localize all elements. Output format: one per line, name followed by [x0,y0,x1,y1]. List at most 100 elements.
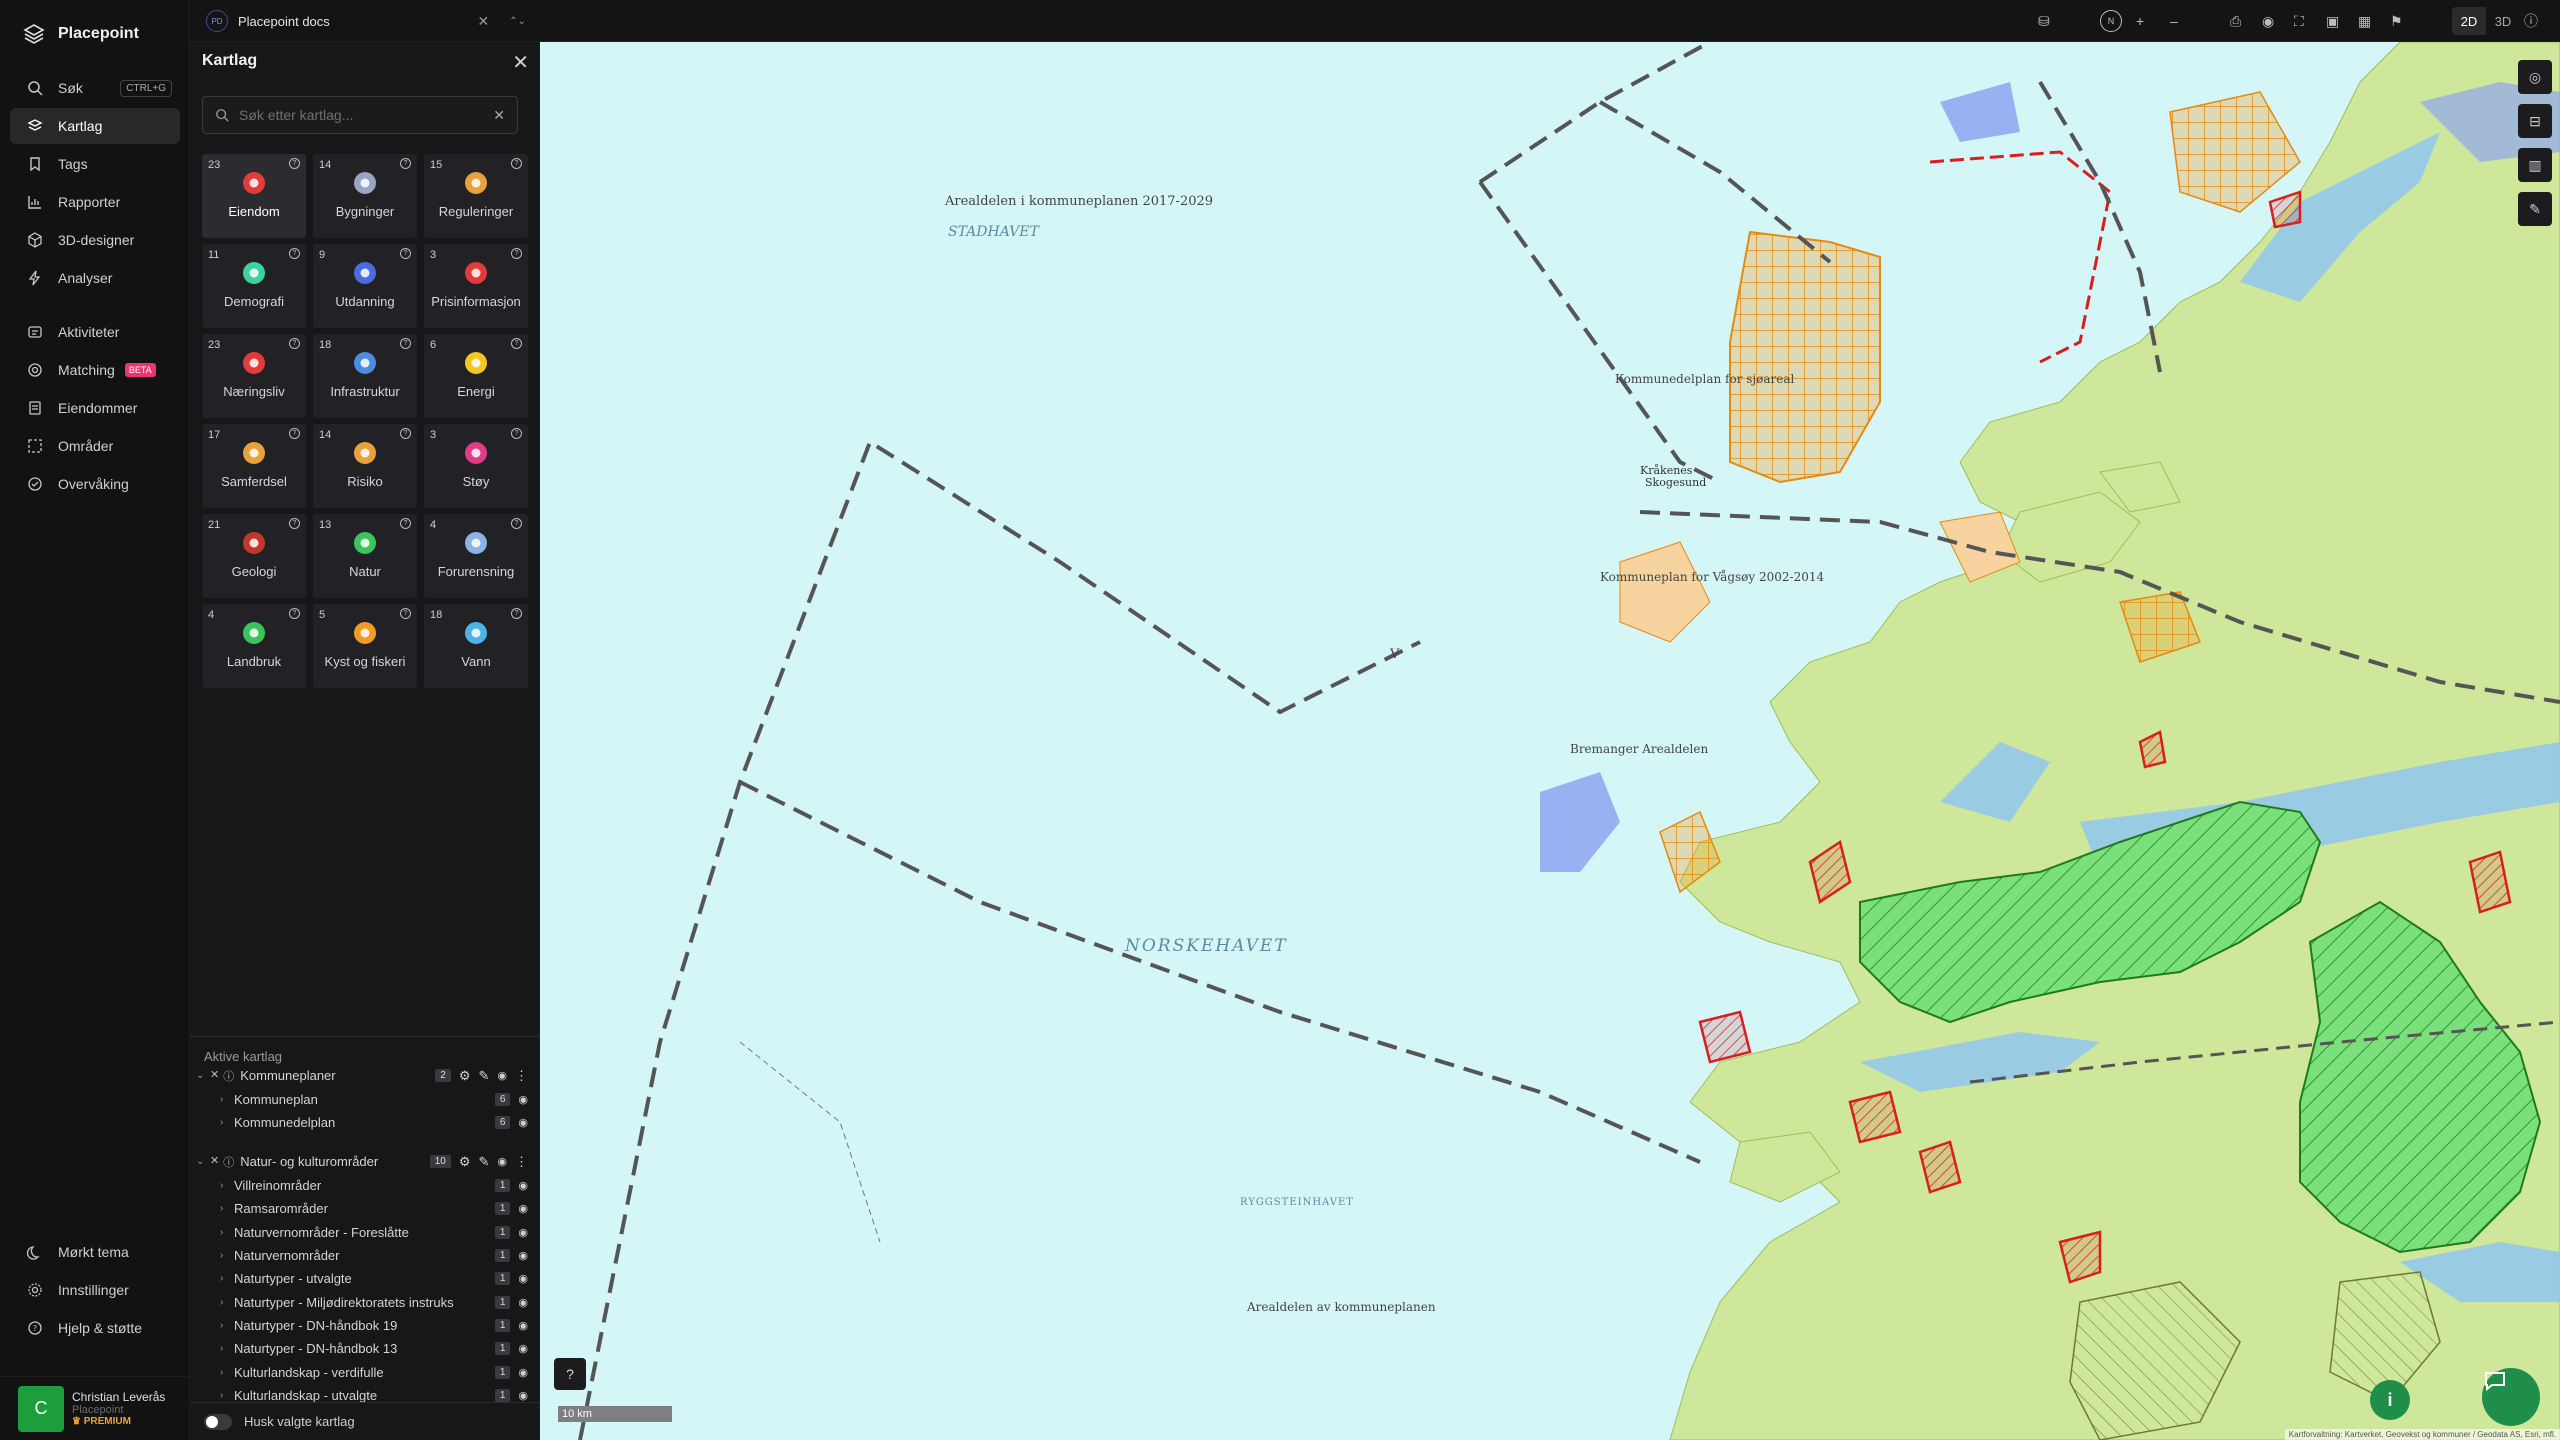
info-icon[interactable]: ? [400,158,411,169]
category-tile[interactable]: 15? Reguleringer [424,154,528,238]
layer-item[interactable]: › Naturtyper - DN-håndbok 19 1 ◉ [190,1314,540,1337]
chevron-right-icon[interactable]: › [220,1227,234,1238]
map-help-button[interactable]: ? [554,1358,586,1390]
category-tile[interactable]: 14? Bygninger [313,154,417,238]
layers-toggle-icon[interactable]: ⛁ [2038,8,2050,34]
nav-item-rapporter[interactable]: Rapporter [10,184,180,220]
info-icon[interactable]: ? [511,158,522,169]
layer-item[interactable]: › Villreinområder 1 ◉ [190,1174,540,1197]
eye-icon[interactable]: ◉ [518,1093,528,1106]
layers-tool-icon[interactable]: ◎ [2518,60,2552,94]
eye-icon[interactable]: ◉ [2262,8,2274,34]
info-icon[interactable]: ⓘ [223,1068,234,1084]
chevron-right-icon[interactable]: › [220,1343,234,1354]
info-button[interactable]: i [2370,1380,2410,1420]
category-tile[interactable]: 9? Utdanning [313,244,417,328]
layer-item[interactable]: › Ramsarområder 1 ◉ [190,1197,540,1220]
info-icon[interactable]: ? [400,518,411,529]
category-tile[interactable]: 23? Næringsliv [202,334,306,418]
info-icon[interactable]: ? [400,608,411,619]
more-icon[interactable]: ⋮ [515,1068,528,1084]
layer-item[interactable]: › Kulturlandskap - verdifulle 1 ◉ [190,1361,540,1384]
category-tile[interactable]: 21? Geologi [202,514,306,598]
info-icon[interactable]: ? [511,248,522,259]
edit-icon[interactable]: ✎ [478,1068,489,1084]
document-selector[interactable]: PD Placepoint docs ✕ ⌃⌄ [206,8,526,34]
remove-icon[interactable]: ✕ [210,1068,219,1084]
category-tile[interactable]: 18? Infrastruktur [313,334,417,418]
info-icon[interactable]: ? [289,428,300,439]
close-icon[interactable]: ✕ [478,13,490,30]
info-icon[interactable]: ? [511,518,522,529]
chevron-right-icon[interactable]: › [220,1250,234,1261]
layer-item[interactable]: › Naturtyper - utvalgte 1 ◉ [190,1267,540,1290]
filter-icon[interactable]: ⚙ [459,1154,471,1170]
category-tile[interactable]: 5? Kyst og fiskeri [313,604,417,688]
layer-item[interactable]: › Naturtyper - Miljødirektoratets instruk… [190,1291,540,1314]
nav-item-dark-theme[interactable]: Mørkt tema [10,1234,180,1270]
info-icon[interactable]: ? [511,338,522,349]
eye-icon[interactable]: ◉ [518,1272,528,1285]
info-icon[interactable]: ? [400,338,411,349]
chevron-right-icon[interactable]: › [220,1297,234,1308]
nav-item-search[interactable]: Søk CTRL+G [10,70,180,106]
nav-item-help[interactable]: ? Hjelp & støtte [10,1310,180,1346]
info-icon[interactable]: ? [400,248,411,259]
category-tile[interactable]: 3? Støy [424,424,528,508]
map-canvas[interactable]: STADHAVET NORSKEHAVET RYGGSTEINHAVET Are… [540,42,2560,1440]
category-tile[interactable]: 14? Risiko [313,424,417,508]
chart-tool-icon[interactable]: ▥ [2518,148,2552,182]
nav-item-eiendommer[interactable]: Eiendommer [10,390,180,426]
chevron-right-icon[interactable]: › [220,1180,234,1191]
measure-tool-icon[interactable]: ⊟ [2518,104,2552,138]
bookmark-icon[interactable]: ⚑ [2390,8,2403,34]
eye-icon[interactable]: ◉ [518,1249,528,1262]
clear-icon[interactable]: ✕ [493,107,505,124]
eye-icon[interactable]: ◉ [518,1342,528,1355]
edit-icon[interactable]: ✎ [478,1154,489,1170]
nav-item-settings[interactable]: Innstillinger [10,1272,180,1308]
nav-item-overvaking[interactable]: Overvåking [10,466,180,502]
chat-button[interactable] [2482,1368,2540,1426]
chevron-right-icon[interactable]: › [220,1367,234,1378]
info-icon[interactable]: ? [511,428,522,439]
layer-item[interactable]: › Naturvernområder 1 ◉ [190,1244,540,1267]
nav-item-3d-designer[interactable]: 3D-designer [10,222,180,258]
eye-icon[interactable]: ◉ [518,1116,528,1129]
category-tile[interactable]: 18? Vann [424,604,528,688]
info-icon[interactable]: ? [289,248,300,259]
remember-toggle[interactable] [204,1413,232,1430]
view-3d-button[interactable]: 3D [2486,7,2520,35]
nav-item-matching[interactable]: Matching BETA [10,352,180,388]
chevron-right-icon[interactable]: › [220,1203,234,1214]
fullscreen-icon[interactable]: ⛶ [2294,8,2304,34]
eye-icon[interactable]: ◉ [518,1296,528,1309]
view-2d-button[interactable]: 2D [2452,7,2486,35]
eye-icon[interactable]: ◉ [518,1319,528,1332]
compass-button[interactable]: N [2100,10,2122,32]
category-tile[interactable]: 13? Natur [313,514,417,598]
filter-icon[interactable]: ⚙ [459,1068,471,1084]
eye-icon[interactable]: ◉ [518,1389,528,1402]
draw-tool-icon[interactable]: ✎ [2518,192,2552,226]
zoom-in-button[interactable]: + [2136,8,2144,34]
info-icon[interactable]: ? [289,158,300,169]
chevron-right-icon[interactable]: › [220,1273,234,1284]
eye-icon[interactable]: ◉ [518,1202,528,1215]
chevron-updown-icon[interactable]: ⌃⌄ [509,16,526,27]
layer-group[interactable]: ⌄ ✕ ⓘ Kommuneplaner 2 ⚙ ✎ ◉ ⋮ [190,1064,540,1087]
chevron-down-icon[interactable]: ⌄ [196,1156,210,1167]
category-tile[interactable]: 11? Demografi [202,244,306,328]
layer-group[interactable]: ⌄ ✕ ⓘ Natur- og kulturområder 10 ⚙ ✎ ◉ ⋮ [190,1150,540,1173]
layer-item[interactable]: › Kommuneplan 6 ◉ [190,1087,540,1110]
nav-item-tags[interactable]: Tags [10,146,180,182]
info-icon[interactable]: ? [400,428,411,439]
chevron-right-icon[interactable]: › [220,1390,234,1401]
camera-icon[interactable]: ▣ [2326,8,2339,34]
layer-item[interactable]: › Kommunedelplan 6 ◉ [190,1111,540,1134]
search-input[interactable] [239,107,484,123]
nav-item-aktiviteter[interactable]: Aktiviteter [10,314,180,350]
category-tile[interactable]: 17? Samferdsel [202,424,306,508]
category-tile[interactable]: 4? Landbruk [202,604,306,688]
layer-item[interactable]: › Naturvernområder - Foreslåtte 1 ◉ [190,1220,540,1243]
